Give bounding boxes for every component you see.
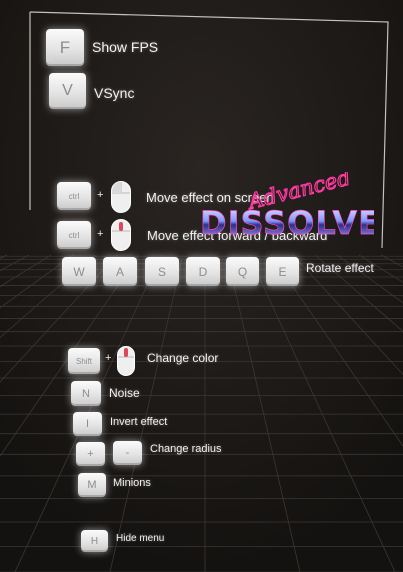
key-a-label: A: [115, 264, 124, 279]
key-i[interactable]: I: [73, 412, 102, 436]
key-f-label: F: [59, 37, 71, 57]
key-d[interactable]: D: [186, 257, 220, 286]
hide-menu-label: Hide menu: [116, 533, 165, 544]
key-v[interactable]: V: [49, 73, 86, 109]
key-shift-label: Shift: [75, 356, 92, 366]
key-i-label: I: [85, 418, 90, 430]
change-radius-label: Change radius: [150, 443, 222, 455]
key-plus-label: +: [87, 448, 94, 460]
logo-title: DISSOLVE: [200, 204, 374, 242]
key-ctrl-depth[interactable]: ctrl: [57, 221, 91, 249]
noise-label: Noise: [109, 386, 140, 400]
change-color-label: Change color: [147, 351, 219, 365]
key-v-label: V: [62, 82, 73, 99]
key-h-label: H: [90, 535, 99, 547]
key-minus-label: -: [125, 447, 130, 459]
plus-sign-color: +: [105, 352, 112, 364]
key-m[interactable]: M: [78, 473, 106, 497]
rotate-effect-label: Rotate effect: [306, 261, 374, 275]
key-n-label: N: [82, 387, 90, 400]
invert-effect-label: Invert effect: [110, 416, 168, 428]
key-q-label: Q: [237, 264, 248, 279]
mouse-icon: [111, 181, 131, 213]
key-w[interactable]: W: [62, 257, 96, 286]
key-ctrl-depth-label: ctrl: [68, 230, 80, 240]
key-ctrl[interactable]: ctrl: [57, 182, 91, 210]
advanced-dissolve-logo: DISSOLVE Advanced: [200, 172, 374, 242]
key-w-label: W: [73, 264, 85, 279]
key-shift[interactable]: Shift: [68, 348, 100, 374]
key-s[interactable]: S: [145, 257, 179, 286]
mouse-right-click-icon: [117, 346, 135, 376]
key-m-label: M: [87, 479, 97, 491]
minions-label: Minions: [113, 477, 151, 489]
plus-sign: +: [97, 189, 104, 201]
key-h[interactable]: H: [81, 530, 108, 552]
key-f[interactable]: F: [46, 29, 84, 66]
show-fps-label: Show FPS: [92, 39, 159, 55]
key-e-label: E: [278, 264, 287, 279]
mouse-wheel-icon: [111, 219, 131, 251]
key-ctrl-label: ctrl: [68, 191, 80, 201]
key-plus[interactable]: +: [76, 442, 105, 466]
key-s-label: S: [157, 264, 166, 279]
key-e[interactable]: E: [266, 257, 299, 286]
key-minus[interactable]: -: [113, 441, 142, 465]
plus-sign-depth: +: [97, 228, 104, 240]
key-a[interactable]: A: [103, 257, 137, 286]
vsync-label: VSync: [94, 85, 135, 101]
key-n[interactable]: N: [71, 381, 101, 406]
key-q[interactable]: Q: [226, 257, 259, 286]
key-d-label: D: [198, 264, 208, 279]
